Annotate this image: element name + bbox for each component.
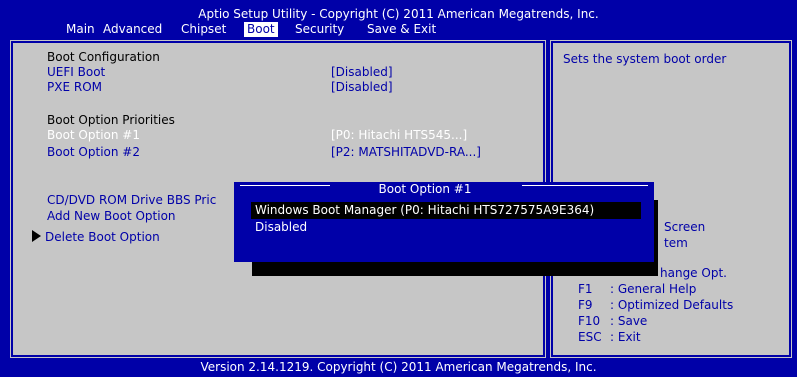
delete-boot-option-item[interactable]: Delete Boot Option <box>32 230 160 244</box>
help-select-item-partial: tem <box>664 236 688 250</box>
footer-version: Version 2.14.1219. Copyright (C) 2011 Am… <box>200 360 597 374</box>
help-desc-f10: : Save <box>610 314 648 328</box>
help-change-opt-partial: hange Opt. <box>660 266 727 280</box>
help-desc-f9: : Optimized Defaults <box>610 298 734 312</box>
dialog-border-right <box>522 185 648 186</box>
help-key-f9: F9 <box>578 298 593 312</box>
boot-option-2-value[interactable]: [P2: MATSHITADVD-RA...] <box>331 145 481 159</box>
add-new-boot-option-item[interactable]: Add New Boot Option <box>47 209 176 223</box>
boot-option-1-label[interactable]: Boot Option #1 <box>47 128 140 142</box>
pxe-rom-label[interactable]: PXE ROM <box>47 80 102 94</box>
help-select-screen-partial: Screen <box>664 220 706 234</box>
tab-chipset[interactable]: Chipset <box>178 22 229 37</box>
tab-security[interactable]: Security <box>292 22 347 37</box>
boot-option-priorities-heading: Boot Option Priorities <box>47 113 175 127</box>
dialog-title: Boot Option #1 <box>378 182 472 196</box>
dialog-border-left <box>240 185 330 186</box>
tab-advanced[interactable]: Advanced <box>100 22 165 37</box>
help-desc-esc: : Exit <box>610 330 641 344</box>
boot-configuration-heading: Boot Configuration <box>47 50 160 64</box>
dialog-option-disabled[interactable]: Disabled <box>251 219 307 235</box>
dialog-option-windows-boot-manager[interactable]: Windows Boot Manager (P0: Hitachi HTS727… <box>251 202 641 219</box>
help-desc-f1: : General Help <box>610 282 697 296</box>
tab-save-exit[interactable]: Save & Exit <box>364 22 439 37</box>
tab-boot[interactable]: Boot <box>244 22 278 37</box>
help-key-f10: F10 <box>578 314 601 328</box>
help-key-f1: F1 <box>578 282 593 296</box>
help-description: Sets the system boot order <box>563 52 727 66</box>
pxe-rom-value[interactable]: [Disabled] <box>331 80 393 94</box>
cd-dvd-bbs-priorities-item[interactable]: CD/DVD ROM Drive BBS Pric <box>47 193 216 207</box>
boot-option-1-value[interactable]: [P0: Hitachi HTS545...] <box>331 128 467 142</box>
delete-boot-option-label: Delete Boot Option <box>45 230 160 244</box>
tab-main[interactable]: Main <box>63 22 98 37</box>
help-key-esc: ESC <box>578 330 602 344</box>
boot-option-2-label[interactable]: Boot Option #2 <box>47 145 140 159</box>
uefi-boot-label[interactable]: UEFI Boot <box>47 65 105 79</box>
uefi-boot-value[interactable]: [Disabled] <box>331 65 393 79</box>
submenu-arrow-icon <box>32 230 41 242</box>
window-title: Aptio Setup Utility - Copyright (C) 2011… <box>198 7 599 21</box>
menu-bar: Main Advanced Chipset Boot Security Save… <box>0 22 797 37</box>
